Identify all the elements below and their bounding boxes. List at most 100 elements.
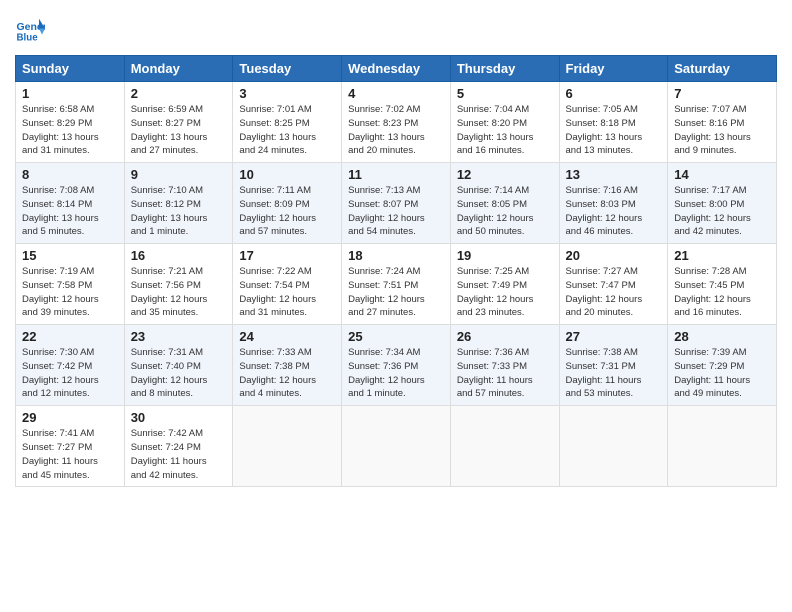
calendar-cell: 1 Sunrise: 6:58 AM Sunset: 8:29 PM Daylig… [16, 82, 125, 163]
calendar-cell: 26 Sunrise: 7:36 AM Sunset: 7:33 PM Dayli… [450, 325, 559, 406]
calendar-cell: 12Sunrise: 7:14 AM Sunset: 8:05 PM Dayli… [450, 163, 559, 244]
day-info: Sunrise: 7:30 AM Sunset: 7:42 PM Dayligh… [22, 346, 118, 401]
day-number: 15 [22, 248, 118, 263]
calendar-week-row: 29 Sunrise: 7:41 AM Sunset: 7:27 PM Dayli… [16, 406, 777, 487]
day-info: Sunrise: 7:08 AM Sunset: 8:14 PM Dayligh… [22, 184, 118, 239]
day-number: 11 [348, 167, 444, 182]
calendar-cell: 18 Sunrise: 7:24 AM Sunset: 7:51 PM Dayli… [342, 244, 451, 325]
day-info: Sunrise: 7:34 AM Sunset: 7:36 PM Dayligh… [348, 346, 444, 401]
calendar-cell [668, 406, 777, 487]
calendar-cell: 4 Sunrise: 7:02 AM Sunset: 8:23 PM Daylig… [342, 82, 451, 163]
calendar-cell [233, 406, 342, 487]
calendar-cell: 7 Sunrise: 7:07 AM Sunset: 8:16 PM Daylig… [668, 82, 777, 163]
day-number: 29 [22, 410, 118, 425]
calendar-cell: 3 Sunrise: 7:01 AM Sunset: 8:25 PM Daylig… [233, 82, 342, 163]
day-number: 30 [131, 410, 227, 425]
day-info: Sunrise: 7:19 AM Sunset: 7:58 PM Dayligh… [22, 265, 118, 320]
calendar-cell [342, 406, 451, 487]
calendar-cell: 2Sunrise: 6:59 AM Sunset: 8:27 PM Daylig… [124, 82, 233, 163]
day-number: 28 [674, 329, 770, 344]
day-number: 20 [566, 248, 662, 263]
day-number: 23 [131, 329, 227, 344]
day-number: 18 [348, 248, 444, 263]
calendar-cell: 21 Sunrise: 7:28 AM Sunset: 7:45 PM Dayli… [668, 244, 777, 325]
weekday-monday: Monday [124, 56, 233, 82]
day-info: Sunrise: 7:33 AM Sunset: 7:38 PM Dayligh… [239, 346, 335, 401]
calendar-cell: 11 Sunrise: 7:13 AM Sunset: 8:07 PM Dayli… [342, 163, 451, 244]
calendar-cell: 16 Sunrise: 7:21 AM Sunset: 7:56 PM Dayli… [124, 244, 233, 325]
day-number: 9 [131, 167, 227, 182]
calendar-cell: 27 Sunrise: 7:38 AM Sunset: 7:31 PM Dayli… [559, 325, 668, 406]
day-info: Sunrise: 7:16 AM Sunset: 8:03 PM Dayligh… [566, 184, 662, 239]
day-number: 1 [22, 86, 118, 101]
calendar-week-row: 15 Sunrise: 7:19 AM Sunset: 7:58 PM Dayli… [16, 244, 777, 325]
day-info: Sunrise: 7:31 AM Sunset: 7:40 PM Dayligh… [131, 346, 227, 401]
day-info: Sunrise: 7:41 AM Sunset: 7:27 PM Dayligh… [22, 427, 118, 482]
calendar-cell: 6 Sunrise: 7:05 AM Sunset: 8:18 PM Daylig… [559, 82, 668, 163]
day-info: Sunrise: 7:02 AM Sunset: 8:23 PM Dayligh… [348, 103, 444, 158]
day-info: Sunrise: 7:38 AM Sunset: 7:31 PM Dayligh… [566, 346, 662, 401]
day-info: Sunrise: 7:05 AM Sunset: 8:18 PM Dayligh… [566, 103, 662, 158]
day-number: 26 [457, 329, 553, 344]
day-number: 16 [131, 248, 227, 263]
day-info: Sunrise: 7:25 AM Sunset: 7:49 PM Dayligh… [457, 265, 553, 320]
day-number: 17 [239, 248, 335, 263]
day-info: Sunrise: 7:21 AM Sunset: 7:56 PM Dayligh… [131, 265, 227, 320]
day-number: 7 [674, 86, 770, 101]
day-number: 3 [239, 86, 335, 101]
weekday-thursday: Thursday [450, 56, 559, 82]
day-info: Sunrise: 6:58 AM Sunset: 8:29 PM Dayligh… [22, 103, 118, 158]
calendar-cell: 28Sunrise: 7:39 AM Sunset: 7:29 PM Dayli… [668, 325, 777, 406]
day-number: 24 [239, 329, 335, 344]
day-number: 13 [566, 167, 662, 182]
calendar-cell [450, 406, 559, 487]
day-info: Sunrise: 7:14 AM Sunset: 8:05 PM Dayligh… [457, 184, 553, 239]
day-number: 5 [457, 86, 553, 101]
calendar-week-row: 22 Sunrise: 7:30 AM Sunset: 7:42 PM Dayli… [16, 325, 777, 406]
day-info: Sunrise: 7:28 AM Sunset: 7:45 PM Dayligh… [674, 265, 770, 320]
calendar-cell: 23 Sunrise: 7:31 AM Sunset: 7:40 PM Dayli… [124, 325, 233, 406]
day-number: 4 [348, 86, 444, 101]
day-number: 19 [457, 248, 553, 263]
logo: General Blue [15, 15, 50, 45]
day-info: Sunrise: 7:07 AM Sunset: 8:16 PM Dayligh… [674, 103, 770, 158]
weekday-friday: Friday [559, 56, 668, 82]
calendar-cell: 10Sunrise: 7:11 AM Sunset: 8:09 PM Dayli… [233, 163, 342, 244]
day-info: Sunrise: 7:13 AM Sunset: 8:07 PM Dayligh… [348, 184, 444, 239]
day-number: 14 [674, 167, 770, 182]
day-info: Sunrise: 7:36 AM Sunset: 7:33 PM Dayligh… [457, 346, 553, 401]
page-header: General Blue [15, 15, 777, 45]
day-number: 27 [566, 329, 662, 344]
svg-text:Blue: Blue [17, 33, 39, 44]
day-number: 22 [22, 329, 118, 344]
calendar-cell: 9 Sunrise: 7:10 AM Sunset: 8:12 PM Daylig… [124, 163, 233, 244]
day-info: Sunrise: 6:59 AM Sunset: 8:27 PM Dayligh… [131, 103, 227, 158]
calendar-cell: 20Sunrise: 7:27 AM Sunset: 7:47 PM Dayli… [559, 244, 668, 325]
calendar-cell: 25Sunrise: 7:34 AM Sunset: 7:36 PM Dayli… [342, 325, 451, 406]
calendar-week-row: 1 Sunrise: 6:58 AM Sunset: 8:29 PM Daylig… [16, 82, 777, 163]
day-info: Sunrise: 7:10 AM Sunset: 8:12 PM Dayligh… [131, 184, 227, 239]
weekday-header-row: SundayMondayTuesdayWednesdayThursdayFrid… [16, 56, 777, 82]
logo-icon: General Blue [15, 15, 45, 45]
day-info: Sunrise: 7:42 AM Sunset: 7:24 PM Dayligh… [131, 427, 227, 482]
day-info: Sunrise: 7:22 AM Sunset: 7:54 PM Dayligh… [239, 265, 335, 320]
weekday-tuesday: Tuesday [233, 56, 342, 82]
day-number: 8 [22, 167, 118, 182]
calendar-cell: 15 Sunrise: 7:19 AM Sunset: 7:58 PM Dayli… [16, 244, 125, 325]
day-info: Sunrise: 7:17 AM Sunset: 8:00 PM Dayligh… [674, 184, 770, 239]
day-number: 21 [674, 248, 770, 263]
weekday-saturday: Saturday [668, 56, 777, 82]
calendar-cell: 29 Sunrise: 7:41 AM Sunset: 7:27 PM Dayli… [16, 406, 125, 487]
day-info: Sunrise: 7:24 AM Sunset: 7:51 PM Dayligh… [348, 265, 444, 320]
calendar-cell: 8 Sunrise: 7:08 AM Sunset: 8:14 PM Daylig… [16, 163, 125, 244]
calendar-cell: 13 Sunrise: 7:16 AM Sunset: 8:03 PM Dayli… [559, 163, 668, 244]
calendar-cell: 24 Sunrise: 7:33 AM Sunset: 7:38 PM Dayli… [233, 325, 342, 406]
calendar-week-row: 8 Sunrise: 7:08 AM Sunset: 8:14 PM Daylig… [16, 163, 777, 244]
day-number: 6 [566, 86, 662, 101]
calendar-cell: 17 Sunrise: 7:22 AM Sunset: 7:54 PM Dayli… [233, 244, 342, 325]
day-number: 10 [239, 167, 335, 182]
day-info: Sunrise: 7:01 AM Sunset: 8:25 PM Dayligh… [239, 103, 335, 158]
calendar-cell: 14 Sunrise: 7:17 AM Sunset: 8:00 PM Dayli… [668, 163, 777, 244]
calendar-cell: 5Sunrise: 7:04 AM Sunset: 8:20 PM Daylig… [450, 82, 559, 163]
calendar-cell: 22 Sunrise: 7:30 AM Sunset: 7:42 PM Dayli… [16, 325, 125, 406]
